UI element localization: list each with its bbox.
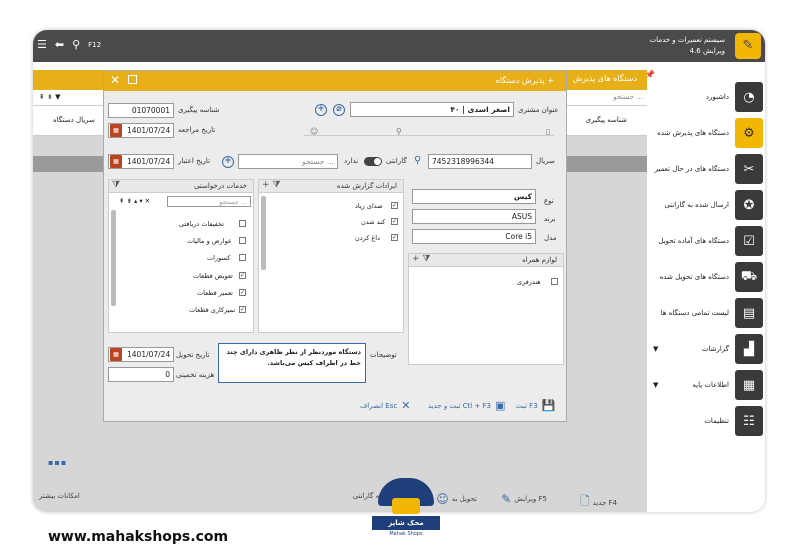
close-icon: ✕ xyxy=(401,399,411,412)
warranty-toggle[interactable] xyxy=(364,157,382,166)
model-input[interactable]: Core i5 xyxy=(412,229,536,244)
issues-panel: ایرادات گزارش شده + ⧩ ✓ صدای زیاد ✓ کند ش… xyxy=(258,179,404,333)
brand-input[interactable]: ASUS xyxy=(412,209,536,224)
tools-icon: ✂ xyxy=(735,154,763,184)
add-warranty-icon[interactable]: + xyxy=(222,156,234,168)
calendar-icon[interactable]: ▦ xyxy=(110,124,122,137)
type-input[interactable]: کیس xyxy=(412,189,536,204)
calendar-icon[interactable]: ▦ xyxy=(110,155,122,168)
sidebar-item-settings[interactable]: تنظیمات ☷ xyxy=(647,404,765,438)
issue-checkbox[interactable]: ✓ xyxy=(391,202,398,209)
new-button[interactable]: 🗋 جدید F4 xyxy=(580,492,617,512)
app-logo-icon: ✎ xyxy=(735,33,761,59)
save-new-button[interactable]: ثبت و جدید Ctl + F3 ▣ xyxy=(428,399,505,412)
scrollbar[interactable] xyxy=(261,196,266,270)
deliver-button[interactable]: ☺ تحویل به xyxy=(436,492,477,506)
add-doc-icon: 🗋 xyxy=(580,494,590,508)
chevron-down-icon: ▼ xyxy=(653,381,659,389)
list-nav-icons[interactable]: ⇞ ⇟ ▴ ▾ ✕ xyxy=(119,197,150,205)
dashboard-icon: ◔ xyxy=(735,82,763,112)
dialog-header: ✕ پذیرش دستگاه + xyxy=(104,71,566,91)
sidebar-item-ready[interactable]: دستگاه های آماده تحویل ☑ xyxy=(647,224,765,258)
edit-icon: ✎ xyxy=(501,492,512,506)
sidebar-item-basic-info[interactable]: ▼ اطلاعات پایه ▦ xyxy=(647,368,765,402)
edit-customer-icon[interactable]: ⌀ xyxy=(333,104,345,116)
list-icon: ▤ xyxy=(735,298,763,328)
top-bar: ☰ ⬅ ⚲ F12 سیستم تعمیرات و خدمات ویرایش 4… xyxy=(33,30,765,62)
sidebar-item-all[interactable]: لیست تمامی دستگاه ها ▤ xyxy=(647,296,765,330)
accessory-checkbox[interactable] xyxy=(551,278,558,285)
sidebar: 📌 داشبورد ◔ دستگاه های پذیرش شده ⚙ دستگاه … xyxy=(645,70,765,512)
mahak-logo: محک شاپز Mahak Shops xyxy=(372,476,440,548)
service-checkbox[interactable]: ✓ xyxy=(239,289,246,296)
add-filter-icon[interactable]: + ⧩ xyxy=(262,180,280,190)
save-button[interactable]: ثبت F3 💾 xyxy=(516,399,555,412)
search-serial-icon[interactable]: ⚲ xyxy=(414,155,421,166)
award-icon: ✪ xyxy=(735,190,763,220)
devices-icon: ⚙ xyxy=(735,118,763,148)
issue-checkbox[interactable]: ✓ xyxy=(391,234,398,241)
back-icon[interactable]: ⬅ xyxy=(55,38,64,52)
customer-input[interactable]: ۴۰ | اصغر اسدی xyxy=(350,102,514,117)
serial-input[interactable]: 7452318996344 xyxy=(428,154,532,169)
maximize-icon[interactable] xyxy=(128,75,137,84)
save-new-icon: ▣ xyxy=(495,399,506,412)
sidebar-item-reports[interactable]: ▼ گزارشات ▟ xyxy=(647,332,765,366)
delivered-icon: ⛟ xyxy=(735,262,763,292)
website-url: www.mahakshops.com xyxy=(48,529,229,545)
bottom-bar: 🗋جدید F4 ✎ویرایش F5 ☺تحویل به به گارانتی… xyxy=(33,482,647,512)
tracking-input[interactable]: 01070001 xyxy=(108,103,174,118)
services-search-input[interactable]: جستجو ... xyxy=(167,196,251,207)
chart-icon: ▟ xyxy=(735,334,763,364)
sidebar-item-repairing[interactable]: دستگاه های در حال تعمیر ✂ xyxy=(647,152,765,186)
calendar-icon[interactable]: ▦ xyxy=(110,348,122,361)
sidebar-item-delivered[interactable]: دستگاه های تحویل شده ⛟ xyxy=(647,260,765,294)
chevron-down-icon: ▼ xyxy=(653,345,659,353)
edit-button[interactable]: ✎ ویرایش F5 xyxy=(501,492,547,506)
sidebar-item-dashboard[interactable]: داشبورد ◔ xyxy=(647,80,765,114)
extras-button[interactable]: امکانات بیشتر xyxy=(39,492,80,500)
warranty-search-input[interactable]: جستجو ... xyxy=(238,154,338,169)
document-icon: ▦ xyxy=(735,370,763,400)
reception-dialog: ✕ پذیرش دستگاه + شناسه پیگیری 01070001 ت… xyxy=(103,70,567,422)
save-icon: 💾 xyxy=(541,399,556,412)
settings-icon: ☷ xyxy=(735,406,763,436)
scrollbar[interactable] xyxy=(111,210,116,306)
main-search-input[interactable]: جستجو ... xyxy=(613,93,643,101)
sidebar-item-received[interactable]: دستگاه های پذیرش شده ⚙ xyxy=(647,116,765,150)
service-checkbox[interactable]: ✓ xyxy=(239,306,246,313)
accessories-panel: لوازم همراه + ⧩ هندزفری xyxy=(408,253,564,365)
menu-icon[interactable]: ☰ xyxy=(37,38,47,52)
estimated-cost-input[interactable]: 0 xyxy=(108,367,174,382)
sidebar-item-warranty[interactable]: ارسال شده به گارانتی ✪ xyxy=(647,188,765,222)
add-customer-icon[interactable]: + xyxy=(315,104,327,116)
close-icon[interactable]: ✕ xyxy=(110,73,120,87)
service-checkbox[interactable] xyxy=(239,220,246,227)
cancel-button[interactable]: انصراف Esc ✕ xyxy=(360,399,410,412)
list-nav-icons[interactable]: ⇞ ⇟ ▼ xyxy=(39,93,61,101)
issue-checkbox[interactable]: ✓ xyxy=(391,218,398,225)
app-window: ☰ ⬅ ⚲ F12 سیستم تعمیرات و خدمات ویرایش 4… xyxy=(33,30,765,512)
app-title: سیستم تعمیرات و خدمات ویرایش 4.6 xyxy=(649,36,725,55)
service-checkbox[interactable]: ✓ xyxy=(239,272,246,279)
services-panel: خدمات درخواستی ⧩ جستجو ... ⇞ ⇟ ▴ ▾ ✕ تخفی… xyxy=(108,179,254,333)
f12-label: F12 xyxy=(88,41,102,49)
filter-icon[interactable]: ⧩ xyxy=(112,180,120,190)
more-dots-icon: ▪▪▪ xyxy=(48,458,68,467)
description-textarea[interactable]: دستگاه موردنظر از نظر ظاهری دارای چند خط… xyxy=(218,343,366,383)
add-filter-icon[interactable]: + ⧩ xyxy=(412,254,430,264)
col-serial[interactable]: سریال دستگاه xyxy=(53,116,95,124)
col-tracking[interactable]: شناسه پیگیری xyxy=(586,116,627,124)
service-checkbox[interactable] xyxy=(239,237,246,244)
search-icon[interactable]: ⚲ xyxy=(72,38,80,52)
service-checkbox[interactable] xyxy=(239,254,246,261)
checklist-icon: ☑ xyxy=(735,226,763,256)
